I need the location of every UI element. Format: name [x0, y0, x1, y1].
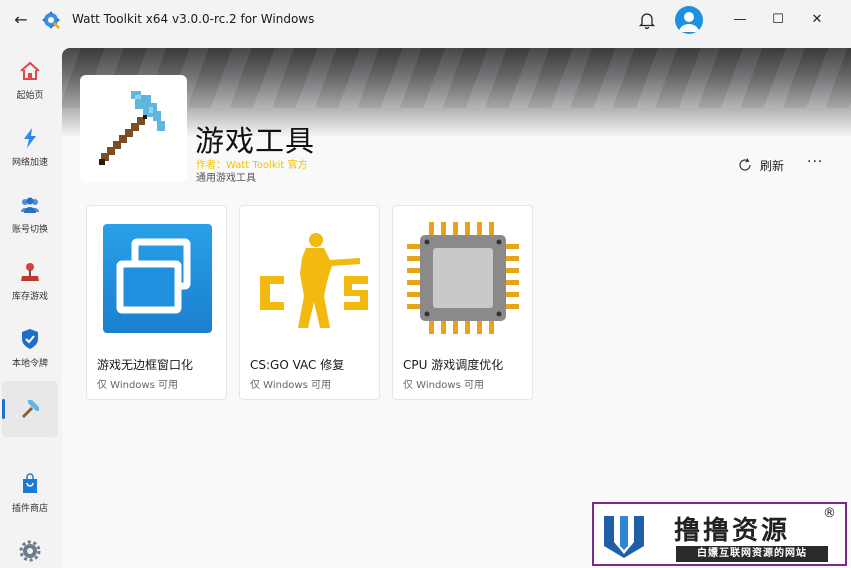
- sidebar-item-label: 账号切换: [11, 225, 48, 235]
- sidebar-item-account-switch[interactable]: 账号切换: [2, 184, 58, 240]
- plugin-title: 游戏工具: [195, 124, 316, 158]
- watermark-logo-icon: [604, 516, 644, 558]
- sidebar-item-start-page[interactable]: 起始页: [2, 50, 58, 106]
- cpu-chip-icon: [407, 222, 519, 334]
- watt-toolkit-logo-icon: [42, 11, 60, 29]
- sidebar: 起始页 网络加速 账号切换 库存游戏 本地令牌 插件商店: [0, 40, 62, 568]
- maximize-button[interactable]: ☐: [758, 0, 798, 40]
- user-avatar-icon: [679, 12, 699, 32]
- sidebar-item-game-tools[interactable]: [2, 381, 58, 437]
- watermark-registered-mark: ®: [823, 506, 836, 521]
- borderless-window-icon: [103, 224, 212, 333]
- tool-card-csgo-vac-fix[interactable]: CS:GO VAC 修复 仅 Windows 可用: [239, 205, 380, 400]
- tool-card-borderless-window[interactable]: 游戏无边框窗口化 仅 Windows 可用: [86, 205, 227, 400]
- card-title: 游戏无边框窗口化: [97, 358, 194, 372]
- sidebar-item-plugin-store[interactable]: 插件商店: [2, 463, 58, 519]
- sidebar-item-label: 插件商店: [11, 504, 48, 514]
- shield-icon: [22, 329, 38, 349]
- app-title: Watt Toolkit x64 v3.0.0-rc.2 for Windows: [72, 12, 315, 26]
- main-content: 游戏工具 作者：Watt Toolkit 官方 通用游戏工具 刷新 ··· 游戏…: [62, 48, 851, 568]
- joystick-icon: [21, 263, 39, 281]
- sidebar-item-label: 起始页: [16, 91, 44, 101]
- refresh-button[interactable]: 刷新: [738, 157, 784, 175]
- refresh-icon: [739, 158, 751, 171]
- active-indicator: [2, 399, 5, 419]
- sidebar-item-settings[interactable]: 设置: [2, 530, 58, 568]
- plugin-logo: [80, 75, 187, 182]
- csgo-icon: [260, 233, 368, 328]
- sidebar-item-label: 网络加速: [11, 158, 48, 168]
- tool-card-cpu-optimize[interactable]: CPU 游戏调度优化 仅 Windows 可用: [392, 205, 533, 400]
- minimize-button[interactable]: —: [720, 0, 760, 40]
- plugin-description: 通用游戏工具: [196, 173, 256, 184]
- pixel-pickaxe-icon: [99, 91, 165, 165]
- sidebar-item-library-games[interactable]: 库存游戏: [2, 251, 58, 307]
- more-options-button[interactable]: ···: [807, 154, 823, 170]
- notification-bell-icon[interactable]: [637, 10, 657, 30]
- sidebar-item-network-accel[interactable]: 网络加速: [2, 117, 58, 173]
- watermark-title: 撸撸资源: [674, 516, 791, 546]
- watermark-subtitle: 白嫖互联网资源的网站: [676, 546, 828, 562]
- refresh-label: 刷新: [760, 159, 785, 173]
- close-button[interactable]: ✕: [797, 0, 837, 40]
- sidebar-item-label: 本地令牌: [11, 359, 48, 369]
- card-subtitle: 仅 Windows 可用: [250, 380, 331, 391]
- title-bar: ← Watt Toolkit x64 v3.0.0-rc.2 for Windo…: [0, 0, 851, 40]
- user-avatar[interactable]: [675, 6, 703, 34]
- sidebar-item-label: 库存游戏: [11, 292, 48, 302]
- home-icon: [20, 61, 40, 80]
- card-subtitle: 仅 Windows 可用: [97, 380, 178, 391]
- back-button[interactable]: ←: [10, 9, 32, 31]
- pickaxe-icon: [22, 400, 39, 418]
- sidebar-item-local-token[interactable]: 本地令牌: [2, 318, 58, 374]
- watermark-badge: 撸撸资源 ® 白嫖互联网资源的网站: [592, 502, 847, 566]
- users-icon: [21, 197, 39, 213]
- card-subtitle: 仅 Windows 可用: [403, 380, 484, 391]
- lightning-icon: [24, 128, 36, 148]
- card-title: CPU 游戏调度优化: [403, 358, 504, 372]
- gear-icon: [19, 540, 41, 562]
- store-bag-icon: [23, 473, 37, 493]
- card-title: CS:GO VAC 修复: [250, 358, 345, 372]
